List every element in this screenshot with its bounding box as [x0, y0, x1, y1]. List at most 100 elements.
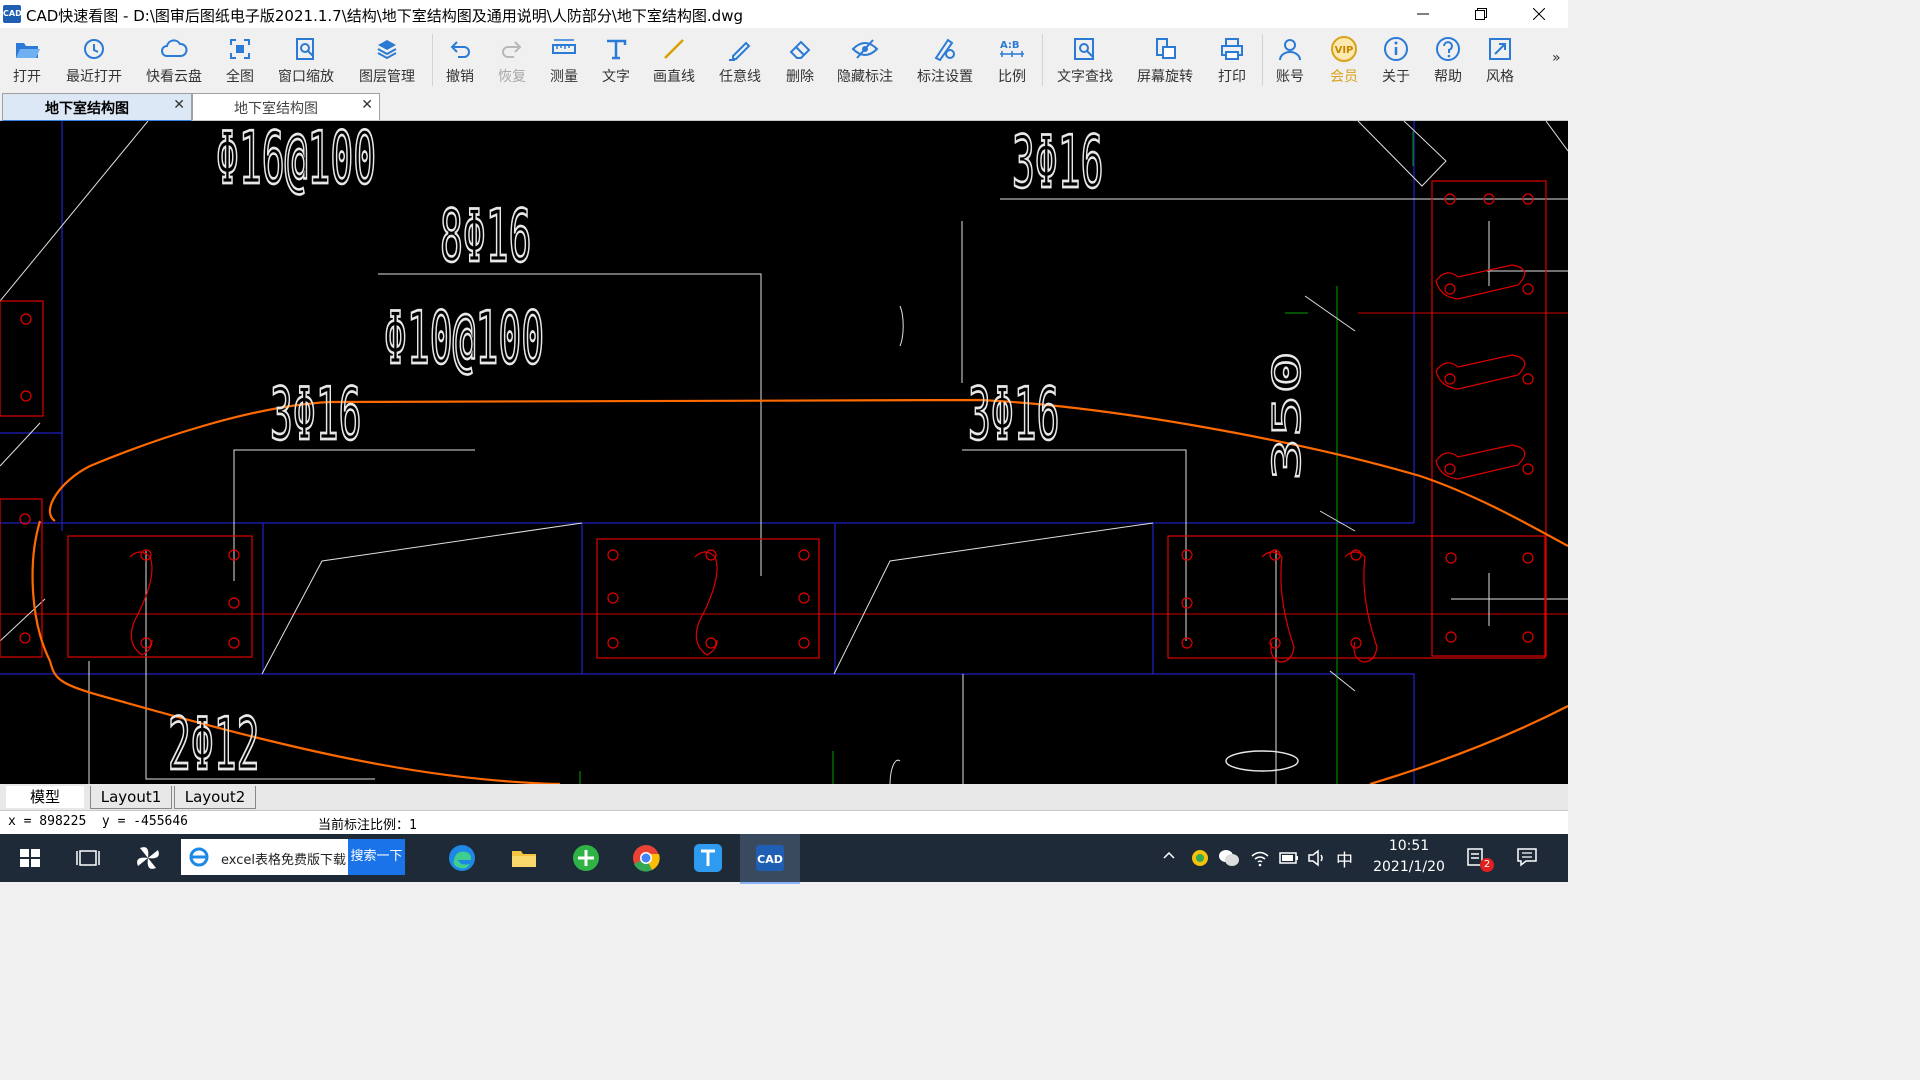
print-button[interactable]: 打印	[1212, 28, 1252, 90]
vip-member-button[interactable]: VIP 会员	[1322, 28, 1366, 90]
layout-tab-bar: 模型 Layout1 Layout2	[0, 784, 1568, 810]
layout-tab-model[interactable]: 模型	[6, 786, 84, 808]
start-button[interactable]	[14, 842, 46, 874]
chrome-button[interactable]	[630, 842, 662, 874]
battery-tray-button[interactable]	[1278, 848, 1300, 872]
action-center-button[interactable]	[1516, 846, 1538, 872]
close-window-button[interactable]	[1510, 0, 1568, 28]
browser-search-box[interactable]: excel表格免费版下载	[181, 839, 348, 875]
system-clock[interactable]: 10:51 2021/1/20	[1366, 836, 1452, 878]
fullview-icon	[230, 39, 250, 59]
style-button[interactable]: 风格	[1480, 28, 1520, 90]
browser-360-button[interactable]	[570, 842, 602, 874]
delete-button[interactable]: 删除	[780, 28, 820, 90]
rebar-label: 3Φ16	[1012, 121, 1104, 205]
measure-button[interactable]: 测量	[544, 28, 584, 90]
pinwheel-icon	[137, 847, 159, 869]
input-method-indicator[interactable]: 中	[1336, 846, 1353, 871]
scale-button[interactable]: A:B 比例	[992, 28, 1032, 90]
file-explorer-button[interactable]	[508, 842, 540, 874]
close-tab-icon[interactable]: ✕	[361, 97, 373, 113]
edge-icon	[449, 845, 475, 871]
layout-tab-layout1[interactable]: Layout1	[90, 786, 172, 809]
browser-360-icon	[573, 845, 599, 871]
doc-tab[interactable]: 地下室结构图 ✕	[192, 93, 380, 120]
wechat-tray-button[interactable]	[1218, 848, 1240, 872]
svg-text:CAD: CAD	[757, 853, 783, 866]
close-icon	[1533, 8, 1545, 20]
annotation-settings-button[interactable]: 标注设置	[912, 28, 978, 90]
clock-history-icon	[84, 39, 104, 59]
about-button[interactable]: 关于	[1376, 28, 1416, 90]
folder-icon	[512, 851, 536, 867]
volume-tray-button[interactable]	[1306, 848, 1326, 872]
recent-open-button[interactable]: 最近打开	[58, 28, 130, 90]
rebar-label: 3Φ16	[270, 371, 362, 456]
full-view-button[interactable]: 全图	[220, 28, 260, 90]
printer-icon	[1221, 38, 1243, 60]
toolbar-separator	[432, 34, 433, 86]
cloud-drive-button[interactable]: 快看云盘	[140, 28, 208, 90]
text-t-icon	[607, 39, 627, 60]
typora-button[interactable]	[692, 842, 724, 874]
toolbar-separator	[1262, 34, 1263, 86]
rebar-label: 3Φ16	[968, 371, 1060, 456]
drawing-ellipse	[1225, 750, 1299, 772]
text-search-icon	[1074, 38, 1094, 60]
network-tray-button[interactable]	[1250, 848, 1270, 872]
open-button[interactable]: 打开	[0, 28, 54, 90]
windows-logo-icon	[20, 849, 40, 867]
doc-tab-active[interactable]: 地下室结构图 ✕	[2, 93, 192, 123]
toolbar-separator	[1042, 34, 1043, 86]
rebar-sections	[0, 180, 1547, 663]
undo-button[interactable]: 撤销	[440, 28, 480, 90]
annotation-scale: 当前标注比例：1	[318, 818, 417, 833]
rotate-screen-icon	[1156, 38, 1176, 59]
svg-text:VIP: VIP	[1335, 45, 1354, 56]
window-zoom-button[interactable]: 窗口缩放	[272, 28, 340, 90]
layers-icon	[377, 40, 397, 60]
task-view-icon	[76, 850, 100, 866]
account-button[interactable]: 账号	[1270, 28, 1310, 90]
rotate-screen-button[interactable]: 屏幕旋转	[1132, 28, 1198, 90]
document-tab-bar: 地下室结构图 ✕ 地下室结构图 ✕	[0, 92, 1568, 123]
wifi-icon	[1251, 851, 1269, 867]
zoom-window-icon	[296, 38, 314, 60]
hide-annotation-button[interactable]: 隐藏标注	[832, 28, 898, 90]
speaker-icon	[1308, 849, 1323, 867]
redo-icon	[502, 41, 522, 58]
info-icon	[1384, 37, 1408, 61]
toolbar-more-button[interactable]: »	[1552, 50, 1561, 66]
close-tab-icon[interactable]: ✕	[173, 97, 185, 113]
pen-icon	[729, 41, 751, 61]
app-icon: CAD	[3, 5, 22, 23]
tray-app-icon[interactable]	[1190, 848, 1210, 872]
annotation-settings-icon	[934, 38, 955, 62]
notes-tray-button[interactable]: 2	[1466, 846, 1494, 874]
help-button[interactable]: 帮助	[1428, 28, 1468, 90]
restore-button[interactable]	[1452, 0, 1510, 28]
cloud-icon	[161, 39, 188, 57]
chevron-up-icon	[1163, 851, 1175, 859]
rebar-label: 8Φ16	[440, 193, 532, 278]
task-view-button[interactable]	[72, 842, 104, 874]
text-button[interactable]: 文字	[596, 28, 636, 90]
window-title: CAD快速看图 - D:\图审后图纸电子版2021.1.7\结构\地下室结构图及…	[26, 7, 743, 25]
cad-drawing-canvas[interactable]: Φ16@100 8Φ16 Φ10@100 3Φ16 3Φ16 3Φ16 2Φ12…	[0, 121, 1568, 784]
draw-line-button[interactable]: 画直线	[648, 28, 700, 90]
notification-count-badge: 2	[1480, 858, 1494, 872]
search-button[interactable]: 搜索一下	[348, 839, 405, 875]
layout-tab-layout2[interactable]: Layout2	[174, 786, 256, 809]
redo-button[interactable]: 恢复	[492, 28, 532, 90]
layer-manager-button[interactable]: 图层管理	[352, 28, 422, 90]
eye-hide-icon	[851, 39, 879, 59]
text-search-button[interactable]: 文字查找	[1052, 28, 1118, 90]
cad-viewer-taskbar-button[interactable]: CAD	[740, 834, 800, 884]
minimize-button[interactable]	[1394, 0, 1452, 28]
drawing-svg: Φ16@100 8Φ16 Φ10@100 3Φ16 3Φ16 3Φ16 2Φ12…	[0, 121, 1568, 784]
show-hidden-icons-button[interactable]	[1162, 848, 1176, 866]
rebar-label: 2Φ12	[168, 701, 260, 784]
freehand-button[interactable]: 任意线	[714, 28, 766, 90]
edge-taskbar-button[interactable]	[446, 842, 478, 874]
pinwheel-app-button[interactable]	[132, 842, 164, 874]
